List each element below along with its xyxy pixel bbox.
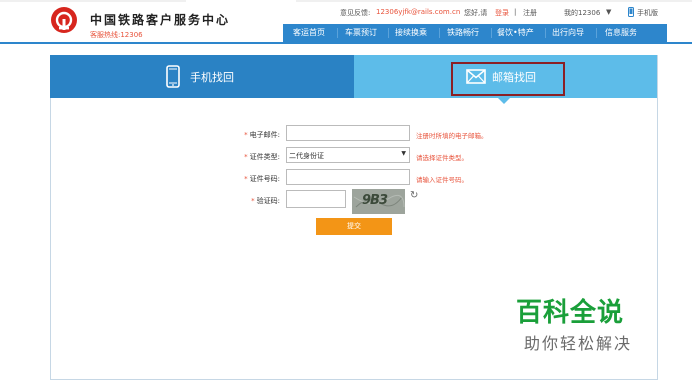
- id-type-value: 二代身份证: [289, 152, 324, 160]
- my12306-link[interactable]: 我的12306: [564, 8, 600, 18]
- email-label: * 电子邮件:: [244, 131, 280, 139]
- id-number-label: * 证件号码:: [244, 175, 280, 183]
- feedback-label: 意见反馈:: [340, 9, 371, 17]
- topbar-divider: |: [514, 8, 517, 16]
- id-type-label: * 证件类型:: [244, 153, 280, 161]
- email-field[interactable]: [286, 125, 410, 141]
- nav-divider: [491, 28, 492, 38]
- captcha-label: * 验证码:: [251, 197, 280, 205]
- nav-info-service[interactable]: 信息服务: [605, 27, 637, 39]
- nav-divider: [388, 28, 389, 38]
- register-link[interactable]: 注册: [523, 8, 537, 18]
- nav-divider: [596, 28, 597, 38]
- nav-divider: [545, 28, 546, 38]
- hotline-text: 客服热线:12306: [90, 31, 143, 39]
- captcha-text: 9B3: [362, 193, 388, 208]
- nav-transfer[interactable]: 接续换乘: [395, 27, 427, 39]
- chevron-down-icon[interactable]: ▼: [606, 8, 611, 16]
- railway-logo-icon[interactable]: [51, 7, 77, 33]
- site-title[interactable]: 中国铁路客户服务中心: [90, 11, 230, 28]
- nav-divider: [439, 28, 440, 38]
- greeting-text: 您好,请: [464, 9, 488, 17]
- nav-travel-guide[interactable]: 出行向导: [552, 27, 584, 39]
- nav-divider: [337, 28, 338, 38]
- mobile-phone-icon: [166, 65, 180, 90]
- mobile-phone-icon[interactable]: [628, 7, 634, 19]
- login-link[interactable]: 登录: [495, 8, 509, 18]
- submit-button[interactable]: 提交: [316, 218, 392, 235]
- email-hint: 注册时所填的电子邮箱。: [416, 132, 488, 140]
- highlight-box: [451, 62, 565, 96]
- nav-home[interactable]: 客运首页: [293, 27, 325, 39]
- mobile-version-link[interactable]: 手机版: [637, 8, 658, 18]
- header-divider: [0, 42, 692, 44]
- nav-rail-pass[interactable]: 铁路畅行: [447, 27, 479, 39]
- id-type-hint: 请选择证件类型。: [416, 154, 468, 162]
- nav-catering[interactable]: 餐饮•特产: [497, 27, 534, 39]
- nav-ticket-booking[interactable]: 车票预订: [345, 27, 377, 39]
- tab-phone-label: 手机找回: [190, 71, 234, 84]
- refresh-icon[interactable]: ↻: [410, 190, 418, 201]
- id-type-select[interactable]: 二代身份证 ▼: [286, 147, 410, 163]
- watermark-subtitle: 助你轻松解决: [524, 334, 633, 353]
- captcha-image[interactable]: 9B3: [352, 189, 405, 214]
- id-number-hint: 请输入证件号码。: [416, 176, 468, 184]
- feedback-email-link[interactable]: 12306yjfk@rails.com.cn: [376, 8, 460, 16]
- captcha-input[interactable]: [286, 190, 346, 208]
- main-nav: 客运首页 车票预订 接续换乘 铁路畅行 餐饮•特产 出行向导 信息服务: [283, 24, 667, 42]
- top-bar: 意见反馈: 12306yjfk@rails.com.cn 您好,请 登录 | 注…: [340, 7, 690, 20]
- tab-phone-recovery[interactable]: 手机找回: [50, 55, 354, 98]
- active-tab-caret: [498, 98, 510, 104]
- chevron-down-icon: ▼: [401, 150, 406, 157]
- id-number-field[interactable]: [286, 169, 410, 185]
- watermark-title: 百科全说: [516, 298, 625, 328]
